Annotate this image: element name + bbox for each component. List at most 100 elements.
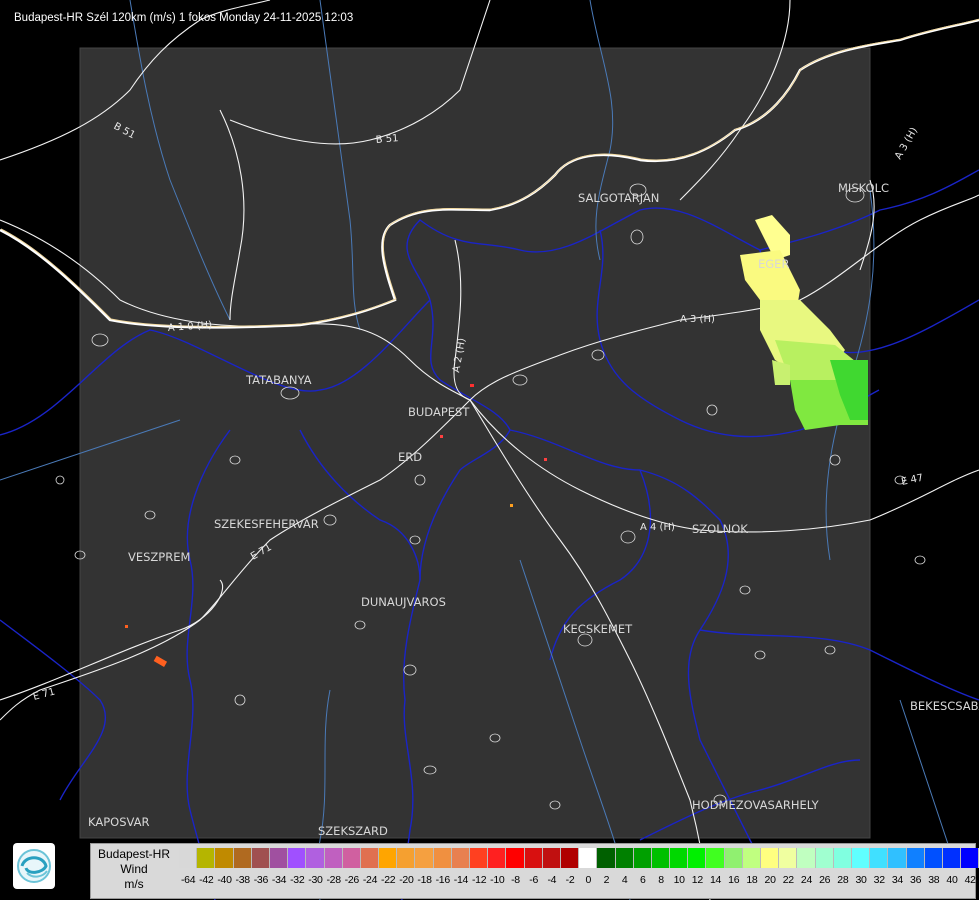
city-label: BEKESCSABA	[910, 699, 979, 713]
city-label: DUNAUJVAROS	[361, 595, 446, 609]
legend-swatch	[670, 848, 689, 868]
legend-tick: -16	[435, 874, 451, 886]
legend-swatch	[742, 848, 761, 868]
legend-swatch	[542, 848, 561, 868]
legend-swatch	[288, 848, 307, 868]
legend-swatch	[779, 848, 798, 868]
legend-tick: -8	[511, 874, 520, 886]
legend-swatch	[269, 848, 289, 868]
legend-tick: 12	[691, 874, 703, 886]
legend-tick: 0	[585, 874, 591, 886]
legend-tick: -2	[565, 874, 575, 886]
legend-tick: 36	[910, 874, 922, 886]
city-label: HODMEZOVASARHELY	[692, 798, 820, 812]
logo	[13, 843, 55, 889]
city-label: KAPOSVAR	[88, 815, 149, 829]
legend-tick: 8	[658, 874, 664, 886]
legend-tick: -24	[362, 874, 378, 886]
legend-tick: 26	[819, 874, 831, 886]
legend-tick: -32	[290, 874, 305, 886]
legend-swatch	[506, 848, 525, 868]
legend-swatches	[179, 848, 979, 868]
legend-tick: -42	[199, 874, 214, 886]
legend-tick: 22	[782, 874, 794, 886]
city-label: SZEKESFEHERVAR	[214, 517, 319, 531]
legend-tick: 2	[603, 874, 610, 886]
legend-tick: 18	[746, 874, 758, 886]
legend-tick: -22	[381, 874, 396, 886]
legend-swatch	[524, 848, 543, 868]
legend-tick: -18	[417, 874, 432, 886]
legend-tick: -20	[399, 874, 414, 886]
city-label: EGER	[758, 257, 789, 271]
legend-swatch	[724, 848, 743, 868]
legend-tick: -38	[235, 874, 251, 886]
legend-tick: -30	[308, 874, 323, 886]
legend-tick: -28	[326, 874, 341, 886]
legend-swatch	[215, 848, 234, 868]
legend-title-line: m/s	[124, 877, 144, 891]
legend-swatch	[233, 848, 252, 868]
legend-tick: -10	[490, 874, 505, 886]
road-label: B 51	[375, 133, 399, 146]
legend-tick: -40	[217, 874, 232, 886]
legend-swatch	[651, 848, 671, 868]
legend-swatch	[688, 848, 707, 868]
legend-swatch	[815, 848, 834, 868]
legend-tick: 38	[928, 874, 940, 886]
legend-swatch	[324, 848, 343, 868]
legend-swatch	[488, 848, 507, 868]
city-label: SALGOTARJAN	[578, 191, 659, 205]
legend-tick: -14	[453, 874, 469, 886]
city-label: MISKOLC	[838, 181, 889, 195]
legend-tick: 24	[800, 874, 813, 886]
legend-swatch	[924, 848, 943, 868]
legend-swatch	[360, 848, 380, 868]
legend-swatch	[597, 848, 616, 868]
legend-title-line: Budapest-HR	[97, 847, 171, 861]
legend-swatch	[379, 848, 398, 868]
legend-tick: -26	[344, 874, 360, 886]
legend-tick: -4	[547, 874, 557, 886]
legend-swatch	[470, 848, 489, 868]
legend-tick: -6	[529, 874, 539, 886]
legend-title: Budapest-HR Wind m/s	[91, 847, 177, 892]
legend-swatch	[306, 848, 325, 868]
legend-title-line: Wind	[120, 862, 148, 876]
legend-tick: 34	[891, 874, 903, 886]
city-label: VESZPREM	[128, 550, 190, 564]
road-label: A 4 (H)	[640, 522, 675, 533]
legend-swatch	[615, 848, 634, 868]
legend-ticks: -64 -42 -40 -38 -36 -34 -32 -30 -28 -26 -24 -22 -20-…	[179, 874, 979, 886]
legend-swatch	[870, 848, 889, 868]
legend-tick: 16	[728, 874, 740, 886]
legend-swatch	[906, 848, 925, 868]
legend-tick: 6	[640, 874, 646, 886]
legend-swatch	[397, 848, 416, 868]
legend-swatch	[797, 848, 816, 868]
legend-tick: 42	[964, 874, 976, 886]
legend-swatch	[833, 848, 852, 868]
road-label: A 3 (H)	[680, 314, 715, 325]
legend-tick: -12	[471, 874, 487, 886]
legend-swatch	[888, 848, 907, 868]
legend-tick: 4	[621, 874, 628, 886]
legend-tick: 14	[709, 874, 722, 886]
legend-tick: 20	[764, 874, 776, 886]
legend-swatch	[433, 848, 452, 868]
legend-tick: -36	[253, 874, 269, 886]
legend-swatch	[179, 848, 198, 868]
legend-swatch	[342, 848, 361, 868]
city-label: KECSKEMET	[563, 622, 633, 636]
legend-swatch	[761, 848, 780, 868]
legend-swatch	[851, 848, 871, 868]
legend-tick: 32	[873, 874, 885, 886]
legend-swatch	[579, 848, 598, 868]
city-label: SZEKSZARD	[318, 824, 388, 838]
legend-swatch	[251, 848, 270, 868]
legend-swatch	[961, 848, 979, 868]
city-label: SZOLNOK	[692, 522, 748, 536]
legend-swatch	[415, 848, 434, 868]
radar-map: B 51 B 51A 1 0 (H)A 2 (H)A 3 (H)A 3 (H)E …	[0, 0, 979, 900]
radar-coverage-area	[79, 47, 871, 839]
